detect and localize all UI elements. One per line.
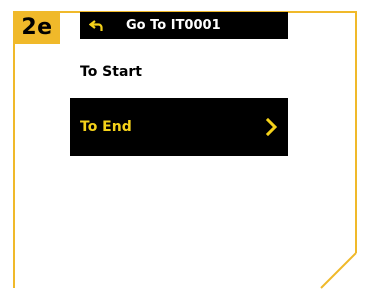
- step-badge: 2e: [14, 12, 60, 44]
- menu-item-to-start[interactable]: To Start: [80, 58, 288, 86]
- menu-item-label: To Start: [80, 64, 143, 80]
- chevron-right-icon: [266, 118, 278, 136]
- back-arrow-icon[interactable]: [89, 12, 103, 39]
- menu-item-to-end[interactable]: To End: [70, 98, 288, 156]
- screen-title: Go To IT0001: [126, 18, 221, 33]
- screen-header: Go To IT0001: [80, 12, 288, 39]
- menu-item-label: To End: [80, 119, 132, 135]
